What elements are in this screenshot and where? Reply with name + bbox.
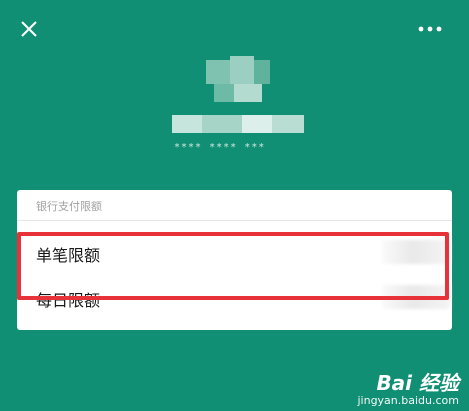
- watermark-logo: Bai 经验: [376, 371, 459, 395]
- close-icon: [21, 21, 37, 37]
- section-label: 银行支付限额: [36, 200, 102, 213]
- red-highlight-box: [17, 232, 449, 300]
- more-button[interactable]: [412, 18, 448, 40]
- baidu-jingyan-watermark: Bai 经验 jingyan.baidu.com: [357, 367, 459, 407]
- card-section-header: 银行支付限额: [17, 190, 452, 221]
- more-icon: [418, 26, 442, 32]
- close-button[interactable]: [14, 14, 44, 44]
- watermark-url: jingyan.baidu.com: [357, 394, 459, 407]
- masked-card-number: **** **** ***: [174, 142, 266, 153]
